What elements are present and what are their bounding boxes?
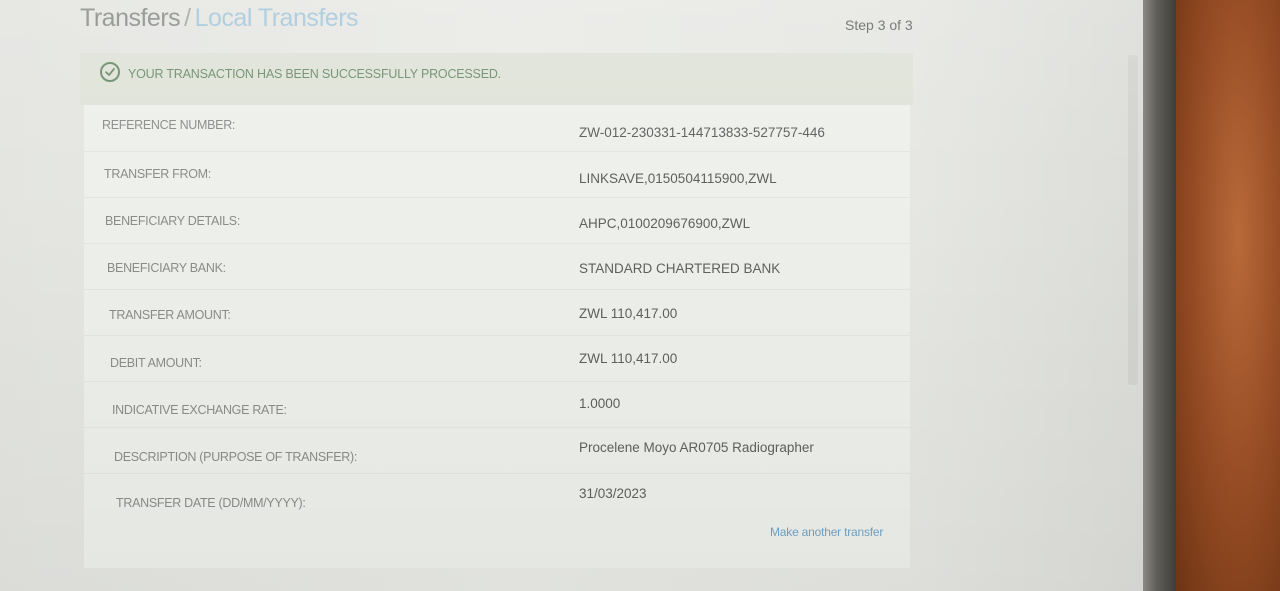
make-another-transfer-link[interactable]: Make another transfer bbox=[770, 525, 883, 539]
monitor-bezel bbox=[1143, 0, 1178, 591]
page-title: Transfers / Local Transfers bbox=[80, 4, 359, 33]
reference-number-value: ZW-012-230331-144713833-527757-446 bbox=[579, 125, 825, 140]
beneficiary-bank-value: STANDARD CHARTERED BANK bbox=[579, 261, 781, 276]
transfer-amount-value: ZWL 110,417.00 bbox=[579, 306, 678, 321]
success-message: YOUR TRANSACTION HAS BEEN SUCCESSFULLY P… bbox=[128, 67, 501, 81]
reference-number-label: REFERENCE NUMBER: bbox=[102, 118, 236, 132]
detail-row-transfer-date: TRANSFER DATE (DD/MM/YYYY): 31/03/2023 bbox=[84, 473, 910, 519]
beneficiary-details-label: BENEFICIARY DETAILS: bbox=[105, 214, 241, 228]
background-surface bbox=[1176, 0, 1280, 591]
step-indicator: Step 3 of 3 bbox=[845, 17, 913, 33]
scrollbar[interactable] bbox=[1128, 55, 1138, 385]
browser-screen: Transfers / Local Transfers Step 3 of 3 YO… bbox=[0, 0, 1145, 591]
detail-row-transfer-from: TRANSFER FROM: LINKSAVE,0150504115900,ZW… bbox=[84, 151, 910, 198]
debit-amount-label: DEBIT AMOUNT: bbox=[110, 356, 202, 370]
detail-row-debit-amount: DEBIT AMOUNT: ZWL 110,417.00 bbox=[84, 335, 910, 382]
exchange-rate-value: 1.0000 bbox=[579, 396, 621, 411]
debit-amount-value: ZWL 110,417.00 bbox=[579, 351, 678, 366]
transfer-details-panel: REFERENCE NUMBER: ZW-012-230331-14471383… bbox=[84, 105, 910, 568]
detail-row-reference: REFERENCE NUMBER: ZW-012-230331-14471383… bbox=[84, 105, 910, 152]
breadcrumb-local-transfers[interactable]: Local Transfers bbox=[195, 4, 359, 32]
description-label: DESCRIPTION (PURPOSE OF TRANSFER): bbox=[114, 450, 358, 464]
detail-row-transfer-amount: TRANSFER AMOUNT: ZWL 110,417.00 bbox=[84, 289, 910, 336]
exchange-rate-label: INDICATIVE EXCHANGE RATE: bbox=[112, 403, 287, 417]
transfer-date-value: 31/03/2023 bbox=[579, 486, 647, 501]
beneficiary-bank-label: BENEFICIARY BANK: bbox=[107, 261, 226, 275]
check-circle-icon bbox=[100, 62, 120, 82]
detail-row-beneficiary-details: BENEFICIARY DETAILS: AHPC,0100209676900,… bbox=[84, 197, 910, 244]
description-value: Procelene Moyo AR0705 Radiographer bbox=[579, 440, 814, 455]
detail-row-exchange-rate: INDICATIVE EXCHANGE RATE: 1.0000 bbox=[84, 381, 910, 428]
title-transfers: Transfers bbox=[80, 4, 181, 32]
transfer-from-value: LINKSAVE,0150504115900,ZWL bbox=[579, 171, 777, 186]
transfer-amount-label: TRANSFER AMOUNT: bbox=[109, 308, 231, 322]
breadcrumb-separator: / bbox=[184, 4, 191, 32]
detail-row-beneficiary-bank: BENEFICIARY BANK: STANDARD CHARTERED BAN… bbox=[84, 243, 910, 290]
detail-row-description: DESCRIPTION (PURPOSE OF TRANSFER): Proce… bbox=[84, 427, 910, 474]
beneficiary-details-value: AHPC,0100209676900,ZWL bbox=[579, 216, 751, 231]
transfer-from-label: TRANSFER FROM: bbox=[104, 167, 211, 181]
success-banner: YOUR TRANSACTION HAS BEEN SUCCESSFULLY P… bbox=[80, 53, 913, 105]
transfer-date-label: TRANSFER DATE (DD/MM/YYYY): bbox=[116, 496, 306, 510]
